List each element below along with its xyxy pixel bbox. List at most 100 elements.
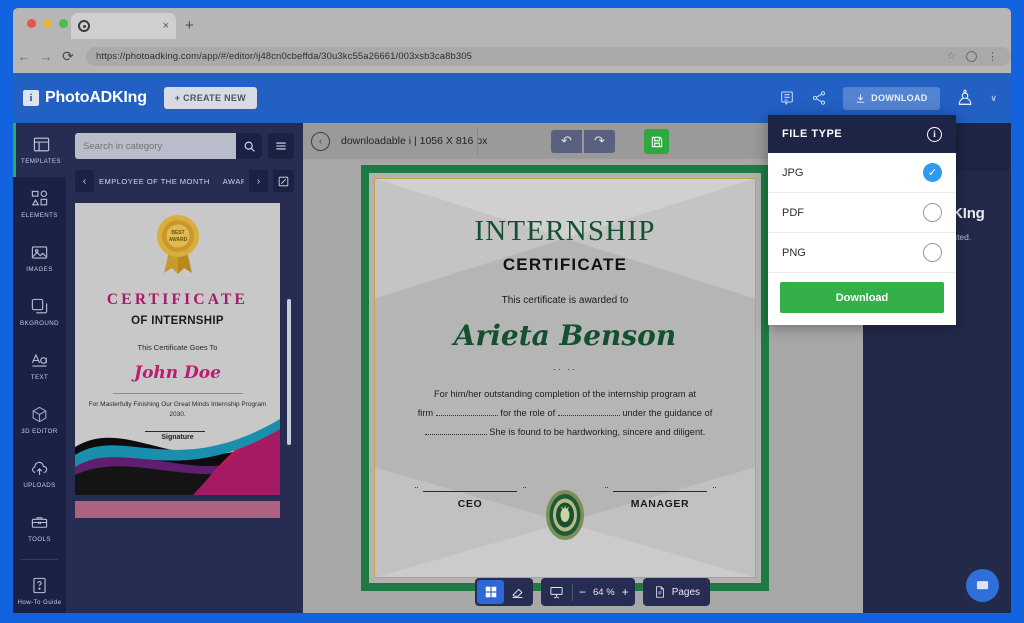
url-row: ← → ⟳ https://photoadking.com/app/#/edit… [13,39,1011,73]
category-list-button[interactable] [268,133,294,159]
toolbox-icon [30,513,49,532]
certificate-document[interactable]: INTERNSHIP CERTIFICATE This certificate … [361,165,769,591]
dialog-download-button[interactable]: Download [780,282,944,313]
category-edit-button[interactable] [273,170,294,192]
signature-right: MANAGER [605,491,715,510]
save-icon [650,135,664,149]
panel-scrollbar[interactable] [287,299,291,445]
sidebar-item-elements[interactable]: ELEMENTS [13,177,66,231]
blank-guide [425,434,487,435]
reload-icon[interactable]: ⟳ [57,48,79,65]
sidebar-item-3d-editor[interactable]: 3D EDITOR [13,393,66,447]
save-button[interactable] [644,129,669,154]
presentation-icon [549,585,564,600]
close-tab-icon[interactable]: × [163,20,169,32]
template-subtitle: OF INTERNSHIP [75,315,280,327]
eraser-button[interactable] [504,580,531,604]
list-icon [274,139,288,153]
sidebar-item-tools[interactable]: TOOLS [13,501,66,555]
radio-png[interactable] [923,243,942,262]
forward-icon[interactable]: → [35,49,57,64]
pages-icon [653,585,667,599]
download-button[interactable]: DOWNLOAD [843,87,939,110]
chat-support-button[interactable] [966,569,999,602]
favicon-icon [78,20,90,32]
download-icon [855,93,866,104]
category-prev-button[interactable]: ‹ [75,170,94,192]
app-logo[interactable]: i PhotoADKIng [23,89,147,107]
chat-icon [975,578,990,593]
category-item[interactable]: EMPLOYEE OF THE MONTH [99,177,210,186]
sidebar-item-how-to-guide[interactable]: How-To Guide [13,564,66,613]
search-input[interactable] [75,141,236,152]
minimize-window-dot[interactable] [43,19,52,28]
file-type-dialog: FILE TYPE i JPG ✓ PDF PNG Download [768,115,956,325]
template-card[interactable]: BEST AWARD CERTIFICATE OF INTERNSHIP Thi… [75,203,280,495]
header-actions: DOWNLOAD ♙ ∨ [779,87,1001,110]
bottom-toolbar: − 64 % + Pages [475,578,710,606]
decorative-waves [75,395,280,495]
svg-text:BEST: BEST [171,230,184,236]
zoom-out-button[interactable]: − [575,585,590,599]
back-icon[interactable]: ← [13,49,35,64]
browser-menu-icon[interactable]: ⋮ [987,50,997,63]
undo-button[interactable]: ↶ [551,130,582,153]
browser-tab[interactable]: × [71,13,176,39]
pages-button[interactable]: Pages [643,578,710,606]
category-next-button[interactable]: › [249,170,268,192]
background-icon [30,297,49,316]
signature-rule-right [613,491,707,492]
info-icon[interactable]: i [927,127,942,142]
sidebar-label-text: TEXT [31,374,48,381]
profile-icon[interactable] [966,51,977,62]
sidebar-item-background[interactable]: BKGROUND [13,285,66,339]
template-card-footer[interactable] [75,501,280,518]
share-icon[interactable] [811,90,827,106]
browser-chrome: × + ← → ⟳ https://photoadking.com/app/#/… [13,8,1011,73]
file-type-option-jpg[interactable]: JPG ✓ [768,153,956,193]
back-button[interactable]: ‹ [311,132,330,151]
category-item[interactable]: AWAR [223,177,244,186]
sidebar-item-images[interactable]: IMAGES [13,231,66,285]
chevron-down-icon[interactable]: ∨ [990,93,997,104]
eraser-icon [510,585,525,600]
images-icon [30,243,49,262]
presentation-button[interactable] [543,580,570,604]
zoom-in-button[interactable]: + [618,585,633,599]
search-button[interactable] [236,133,262,159]
bookmark-star-icon[interactable]: ☆ [947,51,956,62]
radio-pdf[interactable] [923,203,942,222]
avatar[interactable]: ♙ [956,88,975,109]
sidebar-label-background: BKGROUND [20,320,59,327]
toolbar-divider [477,127,478,155]
redo-button[interactable]: ↷ [584,130,615,153]
zoom-level[interactable]: 64 % [590,587,618,598]
document-title[interactable]: downloadable i | 1056 X 816 px [341,135,487,147]
sidebar-item-uploads[interactable]: UPLOADS [13,447,66,501]
sidebar-item-text[interactable]: TEXT [13,339,66,393]
tab-strip: × + [13,8,1011,39]
address-bar[interactable]: https://photoadking.com/app/#/editor/ij4… [86,47,1011,66]
signature-role-left: CEO [415,498,525,510]
file-type-option-png[interactable]: PNG [768,233,956,273]
sidebar-label-elements: ELEMENTS [21,212,58,219]
comment-icon[interactable] [779,90,795,106]
close-window-dot[interactable] [27,19,36,28]
window-controls[interactable] [27,19,68,28]
maximize-window-dot[interactable] [59,19,68,28]
file-type-option-pdf[interactable]: PDF [768,193,956,233]
create-new-button[interactable]: + CREATE NEW [164,87,257,109]
certificate-recipient[interactable]: Arieta Benson [375,319,755,352]
option-label-pdf: PDF [782,207,804,219]
option-label-png: PNG [782,247,806,259]
grid-view-button[interactable] [477,580,504,604]
grid-icon [484,585,498,599]
radio-jpg[interactable]: ✓ [923,163,942,182]
zoom-divider [572,584,573,601]
new-tab-icon[interactable]: + [185,17,194,34]
search-row [75,133,294,159]
search-box[interactable] [75,133,262,159]
logo-text: PhotoADKIng [45,89,147,107]
sidebar-item-templates[interactable]: TEMPLATES [13,123,66,177]
dialog-footer: Download [768,273,956,325]
